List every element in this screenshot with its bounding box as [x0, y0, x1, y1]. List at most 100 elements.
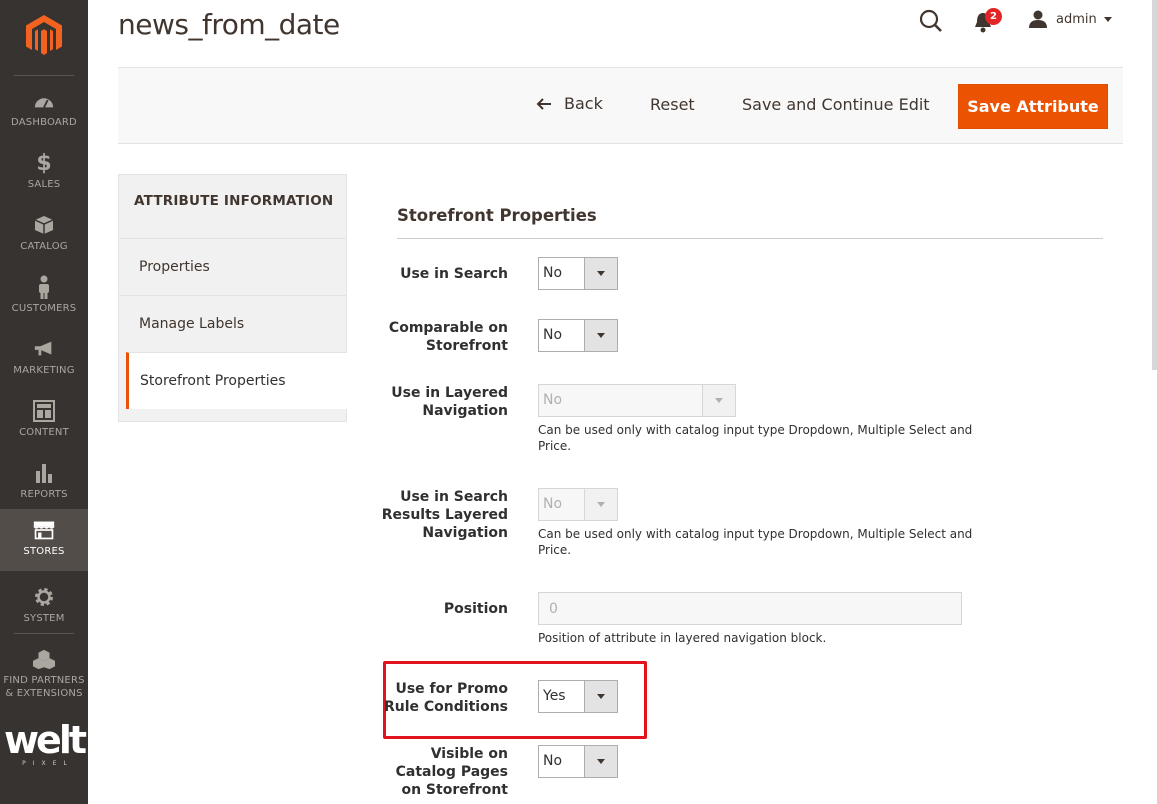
sidebar-divider: [14, 75, 74, 76]
layered-nav-note: Can be used only with catalog input type…: [538, 422, 972, 454]
sidebar-item-label: CONTENT: [19, 427, 69, 438]
sidebar-item-marketing[interactable]: MARKETING: [0, 328, 88, 390]
notifications-button[interactable]: 2: [972, 8, 1004, 34]
select-value: No: [543, 327, 563, 343]
magento-logo-icon: [26, 15, 62, 55]
sidebar-item-stores[interactable]: STORES: [0, 509, 88, 571]
sidebar-item-label: DASHBOARD: [11, 117, 77, 128]
gear-icon: [33, 586, 55, 608]
comparable-label: Comparable on Storefront: [348, 319, 508, 355]
label-line: Catalog Pages: [395, 764, 508, 780]
note-line: Can be used only with catalog input type…: [538, 527, 973, 541]
save-and-continue-button[interactable]: Save and Continue Edit: [742, 95, 930, 114]
section-divider: [397, 238, 1103, 239]
select-toggle: [584, 681, 617, 712]
bar-chart-icon: [33, 462, 55, 484]
sidebar-divider: [14, 633, 74, 634]
user-name: admin: [1056, 11, 1097, 27]
save-attribute-button[interactable]: Save Attribute: [958, 84, 1108, 129]
comparable-select[interactable]: No: [538, 319, 618, 352]
sidebar-item-label: STORES: [23, 546, 65, 557]
tab-manage-labels[interactable]: Manage Labels: [119, 295, 347, 352]
megaphone-icon: [33, 338, 55, 360]
position-note: Position of attribute in layered navigat…: [538, 631, 827, 645]
sidebar-item-content[interactable]: CONTENT: [0, 390, 88, 452]
page-actions-bar: Back Reset Save and Continue Edit Save A…: [118, 67, 1123, 144]
label-line: Results Layered: [381, 507, 508, 523]
magento-logo[interactable]: [0, 0, 88, 72]
chevron-down-icon: [597, 759, 605, 764]
sidebar-item-reports[interactable]: REPORTS: [0, 452, 88, 514]
promo-rules-select[interactable]: Yes: [538, 680, 618, 713]
label-line: Storefront: [425, 338, 508, 354]
sidebar-item-label: REPORTS: [20, 489, 68, 500]
reset-button[interactable]: Reset: [650, 95, 695, 114]
note-line: Price.: [538, 543, 572, 557]
storefront-icon: [33, 519, 55, 541]
sidebar-item-label: MARKETING: [13, 365, 75, 376]
tabs-title: ATTRIBUTE INFORMATION: [134, 193, 334, 209]
layered-nav-select: No: [538, 384, 736, 417]
section-title: Storefront Properties: [397, 206, 597, 225]
back-button[interactable]: Back: [536, 94, 603, 113]
select-toggle: [584, 746, 617, 777]
user-menu[interactable]: admin: [1028, 8, 1112, 30]
person-icon: [33, 275, 55, 299]
visible-catalog-label: Visible on Catalog Pages on Storefront: [348, 745, 508, 799]
chevron-down-icon: [597, 271, 605, 276]
select-value: Yes: [543, 688, 566, 704]
brand-word: welt: [3, 718, 87, 762]
sidebar-item-label: SALES: [27, 179, 61, 190]
label-line: Use in Layered: [391, 385, 508, 401]
sidebar-item-label: CATALOG: [20, 241, 68, 252]
select-value: No: [543, 496, 563, 512]
welt-pixel-logo: welt PIXEL: [0, 718, 88, 767]
sidebar-item-label: FIND PARTNERS & EXTENSIONS: [3, 675, 85, 699]
chevron-down-icon: [715, 398, 723, 403]
label-line: Visible on: [430, 746, 508, 762]
label-line: Use for Promo: [395, 681, 508, 697]
select-value: No: [543, 392, 563, 408]
page-title: news_from_date: [118, 8, 340, 41]
sidebar-item-catalog[interactable]: CATALOG: [0, 204, 88, 266]
label-line: Rule Conditions: [383, 699, 508, 715]
layout-icon: [33, 400, 55, 422]
label-line: on Storefront: [401, 782, 508, 798]
select-toggle: [584, 320, 617, 351]
search-icon[interactable]: [918, 8, 944, 34]
visible-catalog-select[interactable]: No: [538, 745, 618, 778]
use-in-search-select[interactable]: No: [538, 257, 618, 290]
user-icon: [1029, 10, 1047, 28]
label-line: Navigation: [422, 403, 508, 419]
layered-nav-label: Use in Layered Navigation: [348, 384, 508, 420]
select-toggle: [702, 385, 735, 416]
search-layered-nav-select: No: [538, 488, 618, 521]
tab-storefront-properties[interactable]: Storefront Properties: [126, 352, 347, 409]
notification-count-badge: 2: [985, 8, 1002, 25]
note-line: Can be used only with catalog input type…: [538, 423, 973, 437]
chevron-down-icon: [1103, 16, 1112, 22]
sidebar-item-partners[interactable]: FIND PARTNERS & EXTENSIONS: [0, 638, 88, 700]
search-layered-nav-label: Use in Search Results Layered Navigation: [348, 488, 508, 542]
sidebar-item-customers[interactable]: CUSTOMERS: [0, 266, 88, 328]
arrow-left-icon: [536, 97, 551, 110]
select-value: No: [543, 265, 563, 281]
chevron-down-icon: [597, 694, 605, 699]
position-input: 0: [538, 592, 962, 625]
sidebar-item-dashboard[interactable]: DASHBOARD: [0, 80, 88, 142]
cubes-icon: [33, 648, 55, 670]
back-label: Back: [564, 94, 603, 113]
dashboard-icon: [33, 90, 55, 112]
sidebar-item-sales[interactable]: $ SALES: [0, 142, 88, 204]
attribute-tabs: ATTRIBUTE INFORMATION Properties Manage …: [118, 174, 347, 422]
promo-rules-label: Use for Promo Rule Conditions: [348, 680, 508, 716]
page-scrollbar[interactable]: [1152, 0, 1157, 370]
tab-properties[interactable]: Properties: [119, 238, 347, 295]
sidebar-item-label: CUSTOMERS: [11, 303, 77, 314]
label-line: Position: [443, 601, 508, 617]
input-value: 0: [549, 601, 558, 617]
chevron-down-icon: [597, 502, 605, 507]
sidebar-item-system[interactable]: SYSTEM: [0, 576, 88, 638]
admin-sidebar: DASHBOARD $ SALES CATALOG CUSTOMERS MARK…: [0, 0, 88, 804]
select-toggle: [584, 489, 617, 520]
